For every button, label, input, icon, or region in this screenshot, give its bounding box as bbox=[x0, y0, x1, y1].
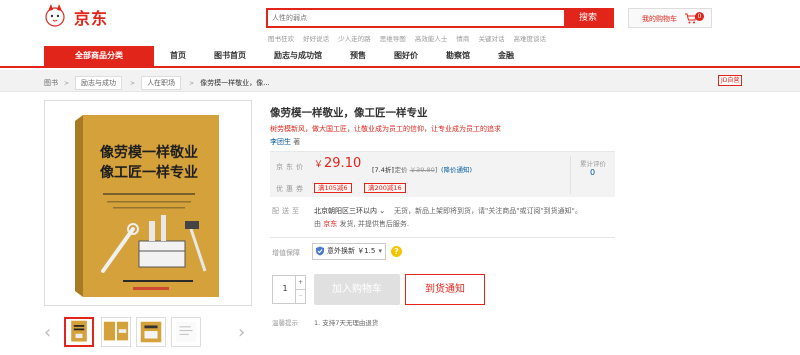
nav-item-good-price[interactable]: 图好价 bbox=[394, 46, 418, 66]
price-box: 京东价 ￥29.10 [7.4折] [定价 ￥39.80] (降价通知) 优惠券… bbox=[270, 151, 615, 197]
divider bbox=[570, 156, 571, 194]
book-cover-image: 像劳模一样敬业 像工匠一样专业 bbox=[75, 115, 219, 297]
review-count-label: 累计评价 bbox=[580, 160, 606, 168]
chevron-right-icon: > bbox=[189, 79, 195, 87]
chevron-right-icon: > bbox=[130, 79, 136, 87]
chevron-down-icon: ▾ bbox=[378, 247, 382, 255]
quantity-stepper: 1 + − bbox=[272, 275, 306, 304]
nav-item-success[interactable]: 励志与成功馆 bbox=[274, 46, 322, 66]
nav-item-presale[interactable]: 预售 bbox=[350, 46, 366, 66]
shield-icon bbox=[316, 246, 324, 256]
thumbnail-next-arrow[interactable]: › bbox=[238, 322, 245, 343]
search-input[interactable] bbox=[268, 10, 566, 26]
original-price-label: [定价 bbox=[392, 166, 408, 174]
main-nav: 全部商品分类 首页 图书首页 励志与成功馆 预售 图好价 勘察馆 金融 bbox=[0, 46, 800, 68]
breadcrumb-item[interactable]: 图书 bbox=[44, 78, 58, 88]
thumbnail-2[interactable] bbox=[101, 317, 131, 347]
author-link[interactable]: 李团生 bbox=[270, 138, 291, 146]
jd-link[interactable]: 京东 bbox=[323, 220, 337, 228]
search-bar: 搜索 bbox=[266, 8, 614, 28]
thumbnail-prev-arrow[interactable]: ‹ bbox=[44, 322, 51, 343]
breadcrumb-item[interactable]: 励志与成功 bbox=[75, 76, 123, 90]
shipping-label: 配送至 bbox=[272, 207, 302, 215]
product-title: 像劳模一样敬业，像工匠一样专业 bbox=[270, 107, 428, 119]
chevron-right-icon: > bbox=[64, 79, 70, 87]
product-main-image[interactable]: 像劳模一样敬业 像工匠一样专业 bbox=[44, 100, 252, 306]
product-slogan: 树劳模新风，做大国工匠，让敬业成为员工的信仰，让专业成为员工的追求 bbox=[270, 125, 501, 133]
hotword[interactable]: 高难度谈话 bbox=[514, 35, 547, 43]
divider bbox=[270, 237, 615, 238]
cart-count-badge: 0 bbox=[695, 12, 704, 21]
price-value: 29.10 bbox=[324, 156, 362, 171]
help-icon[interactable]: ? bbox=[391, 246, 402, 257]
quantity-increase-button[interactable]: + bbox=[295, 276, 305, 290]
hotword[interactable]: 好好说话 bbox=[303, 35, 329, 43]
all-categories-button[interactable]: 全部商品分类 bbox=[44, 46, 154, 66]
breadcrumb-item[interactable]: 人在职场 bbox=[141, 76, 182, 90]
hotword[interactable]: 情商 bbox=[456, 35, 469, 43]
shipping-provider: 由 京东 发货, 并提供售后服务. bbox=[314, 219, 409, 229]
nav-item-home[interactable]: 首页 bbox=[170, 46, 186, 66]
original-price-value: ￥39.80 bbox=[409, 166, 435, 174]
quantity-input[interactable]: 1 bbox=[273, 284, 297, 293]
search-button[interactable]: 搜索 bbox=[564, 10, 612, 26]
coupon-tag[interactable]: 满200减16 bbox=[364, 183, 406, 193]
arrival-notify-button[interactable]: 到货通知 bbox=[405, 274, 485, 305]
stock-status: 无货，新品上架即将到货，请"关注商品"或订阅"到货通知"。 bbox=[394, 207, 582, 215]
nav-items: 首页 图书首页 励志与成功馆 预售 图好价 勘察馆 金融 bbox=[170, 46, 514, 66]
discount-rate: [7.4折] bbox=[372, 166, 394, 174]
hot-search-words: 图书狂欢 好好说话 少人走的路 思维导图 高效能人士 情商 关键对话 高难度谈话 bbox=[268, 33, 553, 43]
tips-text: 1. 支持7天无理由退货 bbox=[314, 319, 379, 327]
shipping-by-suffix: 发货, 并提供售后服务. bbox=[339, 220, 410, 228]
shipping-location: 北京朝阳区三环以内 bbox=[314, 207, 377, 215]
jd-self-operated-badge[interactable]: JD自营 bbox=[718, 75, 743, 86]
hotword[interactable]: 思维导图 bbox=[380, 35, 406, 43]
service-select[interactable]: 意外换新 ￥1.5 ▾ bbox=[312, 243, 386, 260]
shipping-location-select[interactable]: 北京朝阳区三环以内 ⌄ bbox=[314, 206, 385, 216]
logo-text: 京东 bbox=[74, 9, 109, 28]
cover-title-line2: 像工匠一样专业 bbox=[100, 164, 198, 181]
service-option: 意外换新 ￥1.5 bbox=[327, 247, 376, 255]
hotword[interactable]: 少人走的路 bbox=[338, 35, 371, 43]
original-price: [定价 ￥39.80] bbox=[392, 164, 437, 174]
nav-item-finance[interactable]: 金融 bbox=[498, 46, 514, 66]
shipping-by-prefix: 由 bbox=[314, 220, 321, 228]
nav-item-books-home[interactable]: 图书首页 bbox=[214, 46, 246, 66]
price-label: 京东价 bbox=[276, 163, 306, 171]
thumbnail-1[interactable] bbox=[64, 317, 94, 347]
hotword[interactable]: 高效能人士 bbox=[415, 35, 448, 43]
hotword[interactable]: 关键对话 bbox=[478, 35, 504, 43]
price-drop-notify-link[interactable]: (降价通知) bbox=[441, 164, 472, 174]
nav-item-survey[interactable]: 勘察馆 bbox=[446, 46, 470, 66]
chevron-down-icon: ⌄ bbox=[379, 207, 386, 215]
breadcrumb-current: 像劳模一样敬业，像... bbox=[200, 79, 270, 87]
jd-logo[interactable]: 京东 bbox=[44, 2, 114, 30]
breadcrumb: 图书 > 励志与成功 > 人在职场 > 像劳模一样敬业，像... bbox=[44, 76, 270, 90]
current-price: ￥29.10 bbox=[314, 156, 361, 171]
thumbnail-4[interactable] bbox=[171, 317, 201, 347]
hotword[interactable]: 图书狂欢 bbox=[268, 35, 294, 43]
author-suffix: 著 bbox=[293, 138, 301, 146]
quantity-decrease-button[interactable]: − bbox=[295, 289, 305, 303]
currency-symbol: ￥ bbox=[314, 160, 324, 170]
review-count[interactable]: 0 bbox=[590, 168, 595, 177]
coupon-label: 优惠券 bbox=[276, 185, 306, 193]
tips-label: 温馨提示 bbox=[272, 319, 298, 327]
thumbnail-3[interactable] bbox=[136, 317, 166, 347]
jd-mascot-icon bbox=[45, 4, 65, 27]
cover-title-line1: 像劳模一样敬业 bbox=[100, 144, 198, 161]
cart-label: 我的购物车 bbox=[642, 15, 677, 23]
breadcrumb-bar: 图书 > 励志与成功 > 人在职场 > 像劳模一样敬业，像... JD自营 bbox=[0, 70, 800, 92]
service-label: 增值保障 bbox=[272, 249, 300, 257]
coupon-tag[interactable]: 满105减6 bbox=[314, 183, 352, 193]
product-author: 李团生 著 bbox=[270, 137, 300, 147]
my-cart-button[interactable]: 我的购物车 0 bbox=[628, 8, 712, 28]
original-price-close: ] bbox=[434, 166, 438, 174]
add-to-cart-button[interactable]: 加入购物车 bbox=[314, 274, 400, 305]
